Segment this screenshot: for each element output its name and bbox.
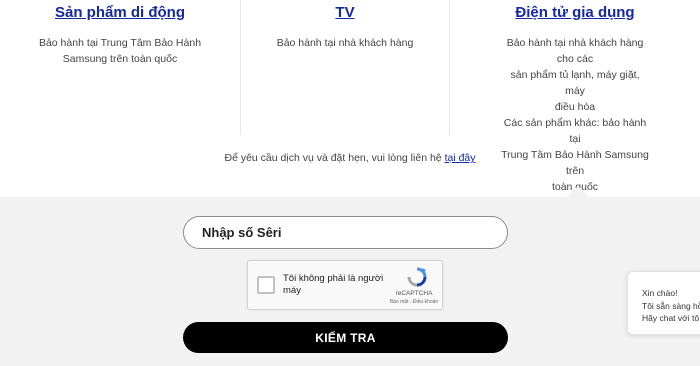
chat-message: Tôi sẵn sàng hỗ bbox=[642, 301, 700, 311]
recaptcha-checkbox[interactable] bbox=[257, 276, 275, 294]
service-info-section: Sản phẩm di động Bảo hành tại Trung Tâm … bbox=[0, 0, 700, 197]
recaptcha-brand: reCAPTCHA bbox=[395, 290, 433, 297]
desc-line: Bảo hành tại nhà khách hàng cho các bbox=[506, 37, 644, 65]
tv-warranty-desc: Bảo hành tại nhà khách hàng bbox=[255, 35, 435, 51]
contact-text: Để yêu cầu dịch vụ và đặt hẹn, vui lòng … bbox=[0, 152, 700, 164]
recaptcha-label: Tôi không phải là người máy bbox=[283, 273, 384, 296]
desc-line: Bảo hành tại Trung Tâm Bảo Hành bbox=[38, 37, 202, 49]
chat-widget[interactable]: Xin chào! Tôi sẵn sàng hỗ Hãy chat với t… bbox=[627, 271, 700, 335]
appliances-link[interactable]: Điện tử gia dụng bbox=[515, 4, 634, 21]
recaptcha-terms-link[interactable]: Bảo mật - Điều khoản bbox=[384, 299, 444, 305]
desc-line: Samsung trên toàn quốc bbox=[62, 53, 178, 65]
desc-line: điều hòa bbox=[554, 101, 596, 113]
desc-line: sản phẩm tủ lạnh, máy giặt, máy bbox=[510, 69, 640, 97]
column-tv: TV Bảo hành tại nhà khách hàng bbox=[241, 0, 449, 135]
column-appliances: Điện tử gia dụng Bảo hành tại nhà khách … bbox=[450, 0, 700, 193]
panel-notch bbox=[567, 186, 589, 197]
contact-message: Để yêu cầu dịch vụ và đặt hẹn, vui lòng … bbox=[224, 152, 442, 164]
recaptcha-widget: Tôi không phải là người máy reCAPTCHA Bả… bbox=[247, 260, 443, 310]
desc-line: Các sản phẩm khác: bảo hành tại bbox=[503, 117, 647, 145]
column-mobile: Sản phẩm di động Bảo hành tại Trung Tâm … bbox=[0, 0, 240, 135]
serial-number-input[interactable] bbox=[183, 216, 508, 249]
appliances-warranty-desc: Bảo hành tại nhà khách hàng cho các sản … bbox=[500, 35, 650, 195]
mobile-warranty-desc: Bảo hành tại Trung Tâm Bảo Hành Samsung … bbox=[30, 35, 210, 67]
tv-link[interactable]: TV bbox=[335, 4, 354, 21]
recaptcha-logo-icon bbox=[407, 267, 427, 287]
desc-line: Bảo hành tại nhà khách hàng bbox=[276, 37, 414, 49]
check-button[interactable]: KIỂM TRA bbox=[183, 322, 508, 353]
chat-message: Hãy chat với tô bbox=[642, 313, 700, 323]
contact-link[interactable]: tại đây bbox=[445, 152, 476, 164]
chat-greeting: Xin chào! bbox=[642, 288, 678, 298]
mobile-products-link[interactable]: Sản phẩm di động bbox=[55, 4, 185, 21]
